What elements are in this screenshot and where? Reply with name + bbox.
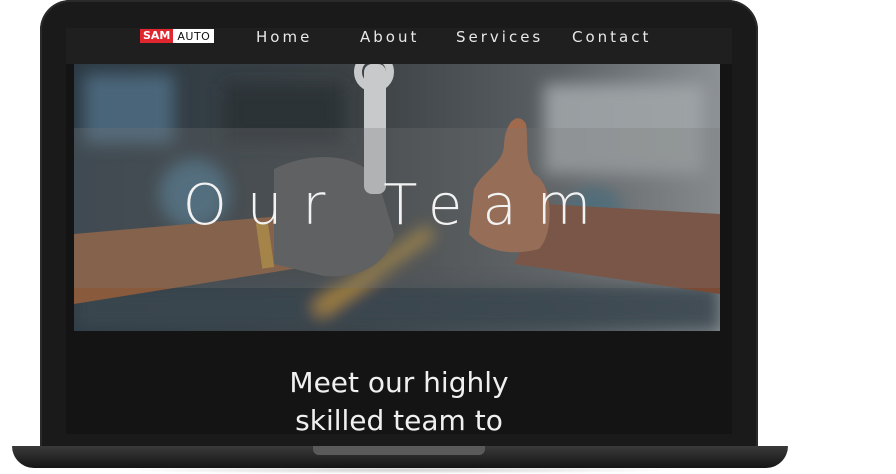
hero-title: Our Team xyxy=(182,173,612,238)
laptop-shadow xyxy=(120,466,680,474)
intro-text: Meet our highly skilled team to xyxy=(66,364,732,434)
intro-line-1: Meet our highly xyxy=(289,366,509,399)
logo-primary: SAM xyxy=(140,29,174,43)
nav-services-link[interactable]: Services xyxy=(456,28,543,46)
sam-auto-logo[interactable]: SAM AUTO xyxy=(140,29,215,43)
hero-banner: Our Team xyxy=(74,64,720,331)
nav-home-link[interactable]: Home xyxy=(256,28,312,46)
top-nav: SAM AUTO Home About Services Contact xyxy=(66,28,732,64)
nav-contact-link[interactable]: Contact xyxy=(572,28,651,46)
logo-secondary: AUTO xyxy=(173,29,215,43)
nav-about-link[interactable]: About xyxy=(360,28,419,46)
laptop-notch xyxy=(313,446,485,455)
intro-line-2: skilled team to xyxy=(295,404,503,434)
website-screen: SAM AUTO Home About Services Contact Our… xyxy=(66,28,732,434)
